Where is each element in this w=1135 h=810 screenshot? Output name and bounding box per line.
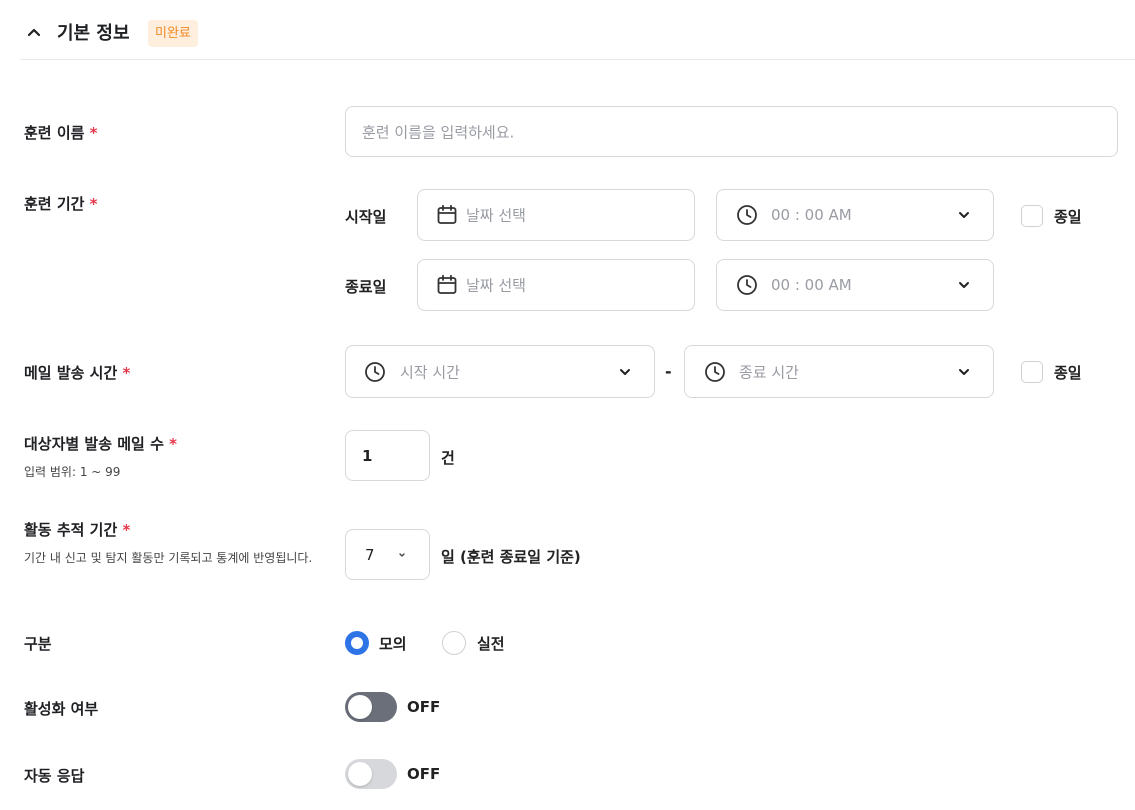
mail-count-value: 1 — [362, 446, 373, 465]
time-placeholder: 00 : 00 AM — [771, 206, 852, 224]
radio-mock[interactable] — [345, 631, 369, 655]
training-name-placeholder: 훈련 이름을 입력하세요. — [362, 123, 515, 141]
start-time-placeholder: 시작 시간 — [400, 363, 460, 381]
time-placeholder: 00 : 00 AM — [771, 276, 852, 294]
toggle-knob — [348, 762, 372, 786]
radio-real[interactable] — [442, 631, 466, 655]
allday-label: 종일 — [1054, 364, 1082, 382]
tracking-days-select[interactable]: 7 — [345, 529, 430, 580]
end-time-placeholder: 종료 시간 — [739, 363, 799, 381]
end-date-label: 종료일 — [345, 278, 387, 296]
date-placeholder: 날짜 선택 — [466, 276, 526, 295]
required-mark: * — [89, 124, 98, 142]
required-mark: * — [122, 364, 131, 382]
divider — [20, 59, 1135, 60]
training-name-label: 훈련 이름 * — [24, 124, 98, 142]
clock-icon — [705, 361, 725, 382]
mail-count-hint: 입력 범위: 1 ~ 99 — [24, 465, 121, 479]
auto-reply-toggle[interactable] — [345, 759, 397, 789]
mail-start-time-select[interactable]: 시작 시간 — [345, 345, 655, 398]
range-separator: - — [665, 362, 672, 381]
section-title: 기본 정보 — [57, 23, 130, 44]
radio-real-label: 실전 — [477, 635, 505, 653]
chevron-down-icon — [620, 368, 630, 375]
auto-reply-state: OFF — [407, 765, 441, 783]
start-date-label: 시작일 — [345, 208, 387, 226]
clock-icon — [737, 275, 757, 295]
end-time-select[interactable]: 00 : 00 AM — [716, 259, 994, 311]
tracking-period-label: 활동 추적 기간 * — [24, 521, 131, 539]
activation-state: OFF — [407, 698, 441, 716]
type-label: 구분 — [24, 635, 52, 653]
toggle-knob — [348, 695, 372, 719]
required-mark: * — [122, 521, 131, 539]
chevron-down-icon — [959, 368, 969, 375]
chevron-down-icon — [959, 282, 969, 288]
date-placeholder: 날짜 선택 — [466, 206, 526, 225]
training-name-input[interactable]: 훈련 이름을 입력하세요. — [345, 106, 1118, 157]
clock-icon — [365, 361, 385, 382]
mail-count-unit: 건 — [441, 449, 455, 467]
mail-time-label: 메일 발송 시간 * — [24, 364, 131, 382]
tracking-period-hint: 기간 내 신고 및 탐지 활동만 기록되고 통계에 반영됩니다. — [24, 551, 313, 565]
allday-checkbox-period[interactable] — [1021, 205, 1043, 227]
calendar-icon — [437, 204, 457, 224]
section-header[interactable]: 기본 정보 미완료 — [0, 0, 1135, 60]
status-badge: 미완료 — [148, 20, 198, 47]
training-period-label: 훈련 기간 * — [24, 195, 98, 213]
mail-end-time-select[interactable]: 종료 시간 — [684, 345, 994, 398]
mail-count-input[interactable]: 1 — [345, 430, 430, 481]
start-date-picker[interactable]: 날짜 선택 — [417, 189, 695, 241]
allday-checkbox-mail[interactable] — [1021, 361, 1043, 383]
activation-label: 활성화 여부 — [24, 700, 99, 718]
radio-mock-label: 모의 — [379, 635, 407, 653]
chevron-up-icon[interactable] — [24, 22, 44, 42]
tracking-days-value: 7 — [365, 545, 375, 564]
required-mark: * — [169, 435, 177, 453]
chevron-down-icon — [399, 552, 405, 557]
allday-label: 종일 — [1054, 208, 1082, 226]
end-date-picker[interactable]: 날짜 선택 — [417, 259, 695, 311]
required-mark: * — [89, 195, 98, 213]
auto-reply-label: 자동 응답 — [24, 767, 85, 785]
start-time-select[interactable]: 00 : 00 AM — [716, 189, 994, 241]
clock-icon — [737, 205, 757, 225]
mail-count-label: 대상자별 발송 메일 수 * — [24, 435, 177, 453]
calendar-icon — [437, 274, 457, 294]
chevron-down-icon — [959, 212, 969, 218]
tracking-unit: 일 (훈련 종료일 기준) — [441, 548, 581, 566]
activation-toggle[interactable] — [345, 692, 397, 722]
